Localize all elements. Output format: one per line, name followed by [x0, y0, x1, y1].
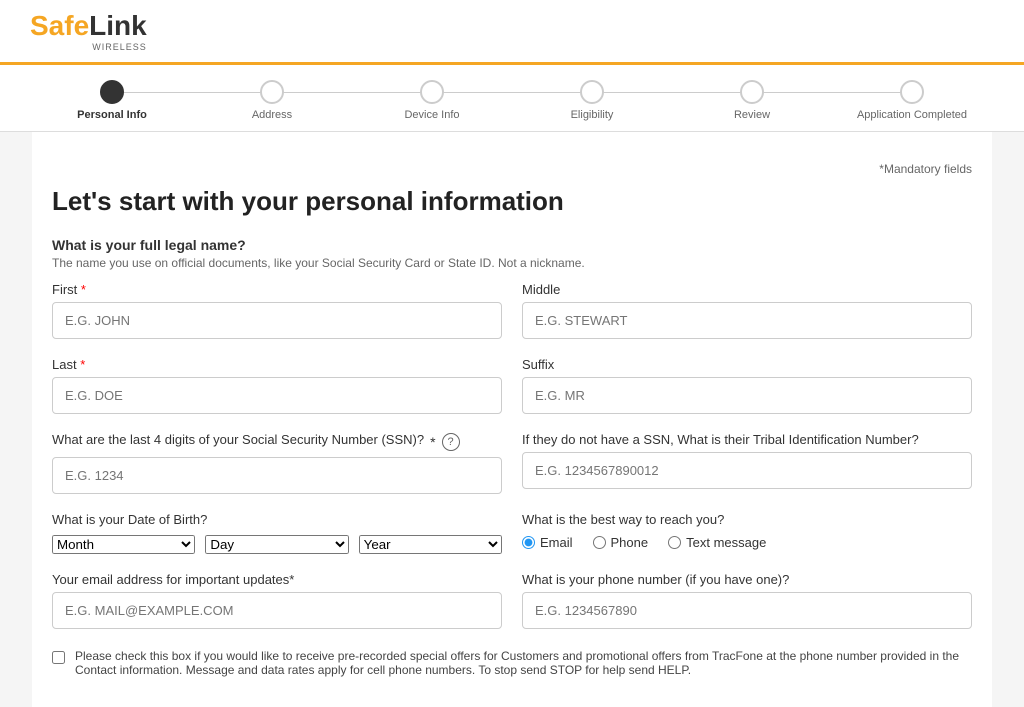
ssn-info-icon[interactable]: ?	[442, 433, 460, 451]
step-eligibility[interactable]: Eligibility	[512, 80, 672, 121]
step-label-1: Address	[252, 109, 292, 121]
name-section-sub: The name you use on official documents, …	[52, 256, 972, 270]
phone-number-input[interactable]	[522, 592, 972, 629]
text-radio[interactable]	[668, 536, 681, 549]
header: SafeLink WIRELESS	[0, 0, 1024, 65]
step-personal-info[interactable]: Personal Info	[32, 80, 192, 121]
logo: SafeLink WIRELESS	[30, 10, 147, 52]
ssn-group: What are the last 4 digits of your Socia…	[52, 432, 502, 494]
step-label-4: Review	[734, 109, 770, 121]
email-option-label: Email	[540, 535, 573, 550]
ssn-input[interactable]	[52, 457, 502, 494]
phone-option-label: Phone	[611, 535, 649, 550]
ssn-label: What are the last 4 digits of your Socia…	[52, 432, 424, 447]
contact-col: What is the best way to reach you? Email…	[522, 512, 972, 550]
step-review[interactable]: Review	[672, 80, 832, 121]
step-application-completed[interactable]: Application Completed	[832, 80, 992, 121]
dob-selects: MonthJanuaryFebruaryMarchAprilMayJuneJul…	[52, 535, 502, 554]
main-content: *Mandatory fields Let's start with your …	[32, 132, 992, 707]
email-radio-item[interactable]: Email	[522, 535, 573, 550]
promotional-text: Please check this box if you would like …	[75, 649, 972, 677]
text-radio-item[interactable]: Text message	[668, 535, 766, 550]
phone-number-label: What is your phone number (if you have o…	[522, 572, 972, 587]
phone-radio[interactable]	[593, 536, 606, 549]
step-circle-5	[900, 80, 924, 104]
middle-label: Middle	[522, 282, 972, 297]
day-select[interactable]: Day1234567891011121314151617181920212223…	[205, 535, 348, 554]
reach-label: What is the best way to reach you?	[522, 512, 972, 527]
mandatory-note: *Mandatory fields	[52, 162, 972, 176]
tribal-group: If they do not have a SSN, What is their…	[522, 432, 972, 489]
dob-label: What is your Date of Birth?	[52, 512, 502, 527]
stepper: Personal Info Address Device Info Eligibili…	[0, 65, 1024, 132]
year-select[interactable]: Year202420232022202120202019201820172016…	[359, 535, 502, 554]
email-address-input[interactable]	[52, 592, 502, 629]
middle-input[interactable]	[522, 302, 972, 339]
last-input[interactable]	[52, 377, 502, 414]
step-circle-3	[580, 80, 604, 104]
step-circle-1	[260, 80, 284, 104]
step-label-0: Personal Info	[77, 109, 147, 121]
suffix-input[interactable]	[522, 377, 972, 414]
step-circle-0	[100, 80, 124, 104]
page-title: Let's start with your personal informati…	[52, 186, 972, 217]
month-select[interactable]: MonthJanuaryFebruaryMarchAprilMayJuneJul…	[52, 535, 195, 554]
first-input[interactable]	[52, 302, 502, 339]
middle-name-group: Middle	[522, 282, 972, 339]
radio-group: Email Phone Text message	[522, 535, 972, 550]
step-circle-2	[420, 80, 444, 104]
promotional-checkbox-row: Please check this box if you would like …	[52, 649, 972, 677]
step-address[interactable]: Address	[192, 80, 352, 121]
name-row-2: Last * Suffix	[52, 357, 972, 414]
suffix-label: Suffix	[522, 357, 972, 372]
email-address-group: Your email address for important updates…	[52, 572, 502, 629]
tribal-input[interactable]	[522, 452, 972, 489]
step-label-3: Eligibility	[571, 109, 614, 121]
dob-col: What is your Date of Birth? MonthJanuary…	[52, 512, 502, 554]
step-device-info[interactable]: Device Info	[352, 80, 512, 121]
last-name-group: Last *	[52, 357, 502, 414]
promotional-checkbox[interactable]	[52, 651, 65, 664]
phone-radio-item[interactable]: Phone	[593, 535, 649, 550]
name-row-1: First * Middle	[52, 282, 972, 339]
bottom-row: Your email address for important updates…	[52, 572, 972, 629]
first-label: First *	[52, 282, 502, 297]
email-radio[interactable]	[522, 536, 535, 549]
tribal-label: If they do not have a SSN, What is their…	[522, 432, 972, 447]
phone-number-group: What is your phone number (if you have o…	[522, 572, 972, 629]
text-option-label: Text message	[686, 535, 766, 550]
ssn-row: What are the last 4 digits of your Socia…	[52, 432, 972, 494]
name-section-label: What is your full legal name?	[52, 237, 972, 253]
dob-contact-row: What is your Date of Birth? MonthJanuary…	[52, 512, 972, 554]
last-label: Last *	[52, 357, 502, 372]
suffix-group: Suffix	[522, 357, 972, 414]
step-label-2: Device Info	[404, 109, 459, 121]
logo-safe: Safe	[30, 10, 89, 41]
first-name-group: First *	[52, 282, 502, 339]
step-circle-4	[740, 80, 764, 104]
logo-link: Link	[89, 10, 147, 41]
step-label-5: Application Completed	[857, 109, 967, 121]
email-address-label: Your email address for important updates…	[52, 572, 502, 587]
logo-wireless: WIRELESS	[30, 42, 147, 52]
